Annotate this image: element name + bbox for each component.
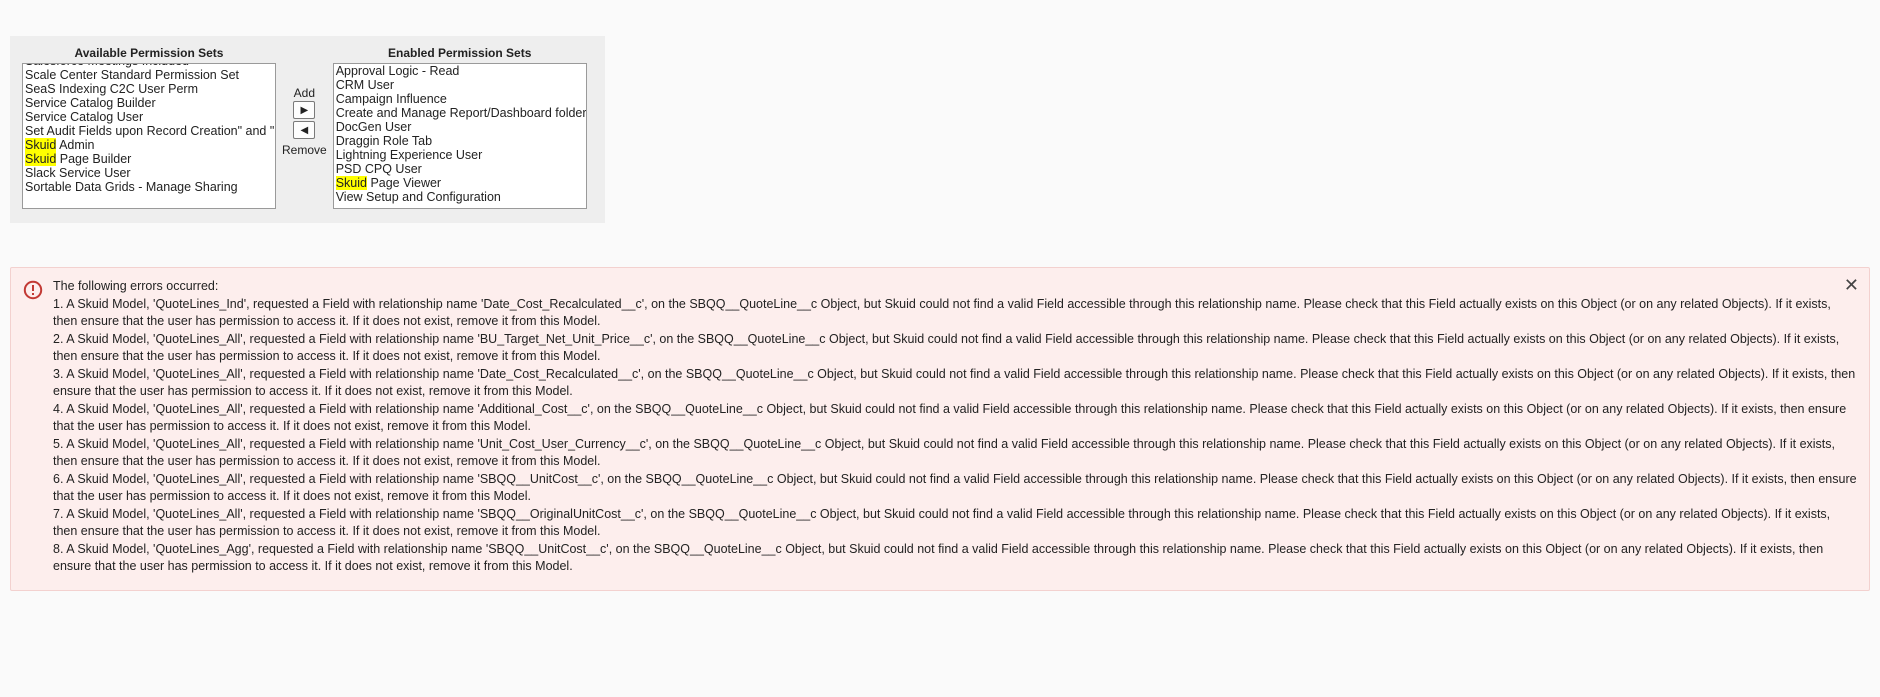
list-item[interactable]: CRM User: [334, 78, 586, 92]
error-line: 2. A Skuid Model, 'QuoteLines_All', requ…: [53, 331, 1857, 365]
list-item[interactable]: Skuid Admin: [23, 138, 275, 152]
arrow-right-icon: ▶: [300, 105, 308, 116]
list-item[interactable]: Draggin Role Tab: [334, 134, 586, 148]
permission-sets-panel: Available Permission Sets Salesforce Mee…: [10, 36, 605, 223]
error-line: 6. A Skuid Model, 'QuoteLines_All', requ…: [53, 471, 1857, 505]
list-item[interactable]: Approval Logic - Read: [334, 64, 586, 78]
error-line: 1. A Skuid Model, 'QuoteLines_Ind', requ…: [53, 296, 1857, 330]
add-button[interactable]: ▶: [293, 101, 315, 119]
available-column: Available Permission Sets Salesforce Mee…: [22, 46, 276, 209]
error-alert: The following errors occurred: 1. A Skui…: [10, 267, 1870, 591]
arrow-left-icon: ◀: [300, 125, 308, 136]
remove-label: Remove: [282, 143, 327, 157]
error-line: 5. A Skuid Model, 'QuoteLines_All', requ…: [53, 436, 1857, 470]
enabled-permission-sets-list[interactable]: Approval Logic - ReadCRM UserCampaign In…: [333, 63, 587, 209]
remove-button[interactable]: ◀: [293, 121, 315, 139]
list-item[interactable]: Slack Service User: [23, 166, 275, 180]
list-item[interactable]: View Setup and Configuration: [334, 190, 586, 204]
transfer-controls: Add ▶ ◀ Remove: [276, 46, 333, 158]
list-item[interactable]: SeaS Indexing C2C User Perm: [23, 82, 275, 96]
error-line: 7. A Skuid Model, 'QuoteLines_All', requ…: [53, 506, 1857, 540]
list-item[interactable]: Set Audit Fields upon Record Creation" a…: [23, 124, 275, 138]
list-item[interactable]: Skuid Page Builder: [23, 152, 275, 166]
list-item[interactable]: DocGen User: [334, 120, 586, 134]
error-line: 4. A Skuid Model, 'QuoteLines_All', requ…: [53, 401, 1857, 435]
error-line: 3. A Skuid Model, 'QuoteLines_All', requ…: [53, 366, 1857, 400]
list-item[interactable]: Lightning Experience User: [334, 148, 586, 162]
available-permission-sets-list[interactable]: Salesforce Meetings IncludedScale Center…: [22, 63, 276, 209]
enabled-column: Enabled Permission Sets Approval Logic -…: [333, 46, 587, 209]
error-icon: [23, 280, 43, 300]
close-button[interactable]: ✕: [1844, 276, 1859, 294]
add-label: Add: [294, 86, 315, 100]
list-item[interactable]: PSD CPQ User: [334, 162, 586, 176]
list-item[interactable]: Sortable Data Grids - Manage Sharing: [23, 180, 275, 194]
enabled-header: Enabled Permission Sets: [388, 46, 531, 60]
error-line: 8. A Skuid Model, 'QuoteLines_Agg', requ…: [53, 541, 1857, 575]
error-content: The following errors occurred: 1. A Skui…: [53, 278, 1857, 576]
list-item[interactable]: Service Catalog User: [23, 110, 275, 124]
list-item[interactable]: Scale Center Standard Permission Set: [23, 68, 275, 82]
list-item[interactable]: Campaign Influence: [334, 92, 586, 106]
list-item[interactable]: Service Catalog Builder: [23, 96, 275, 110]
list-item[interactable]: Create and Manage Report/Dashboard folde…: [334, 106, 586, 120]
close-icon: ✕: [1844, 275, 1859, 295]
list-item[interactable]: Skuid Page Viewer: [334, 176, 586, 190]
available-header: Available Permission Sets: [75, 46, 224, 60]
error-title: The following errors occurred:: [53, 278, 1857, 295]
